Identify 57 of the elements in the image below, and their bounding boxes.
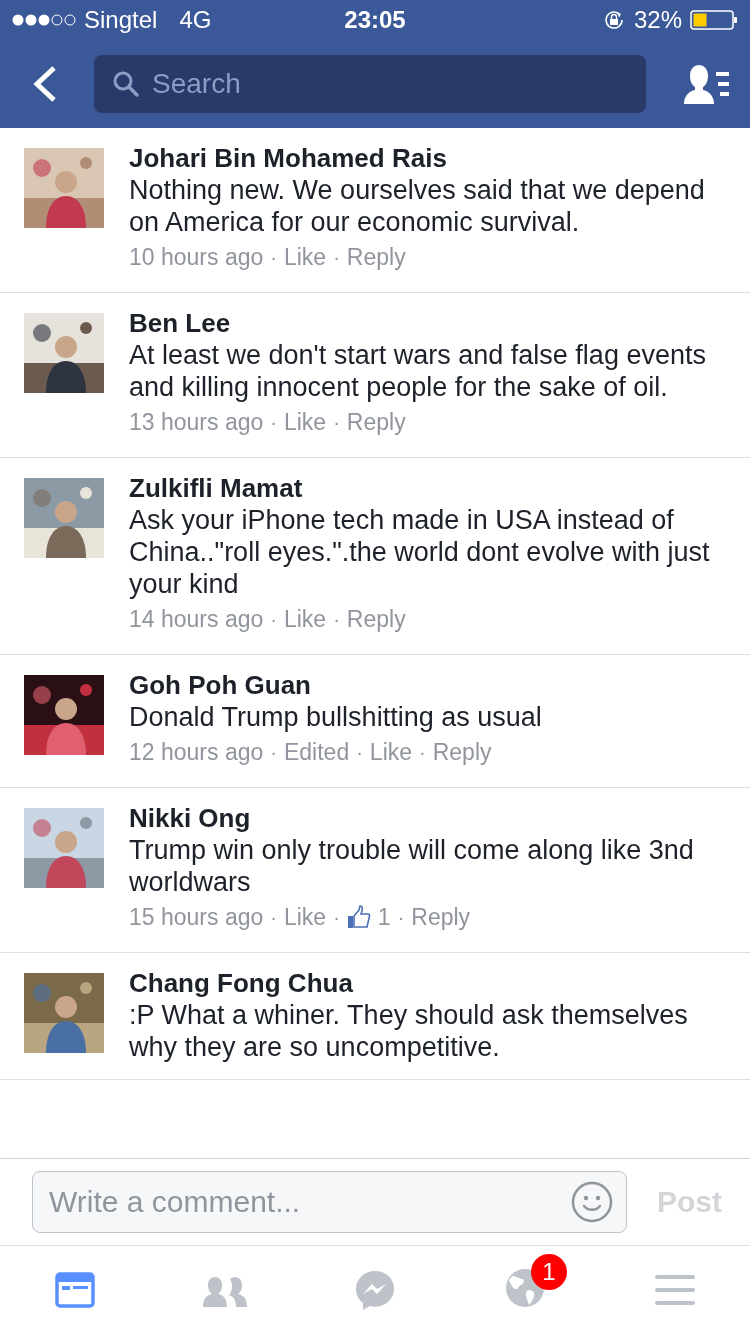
edited-label: Edited <box>283 738 350 767</box>
comment-time: 12 hours ago <box>129 738 264 767</box>
separator-dot: · <box>270 740 277 765</box>
comment-text: Ask your iPhone tech made in USA instead of China.."roll eyes.".the world dont evolve with just your kind <box>129 504 711 600</box>
action-link[interactable]: Like <box>283 403 327 441</box>
separator-dot: · <box>333 410 340 435</box>
carrier-name: Singtel <box>84 6 158 34</box>
separator-dot: · <box>270 410 277 435</box>
search-field[interactable]: Search <box>94 55 646 113</box>
separator-dot: · <box>397 905 405 930</box>
action-link[interactable]: Reply <box>411 898 471 936</box>
action-link[interactable]: Like <box>369 733 413 771</box>
like-count: 1 <box>377 903 391 932</box>
separator-dot: · <box>270 905 277 930</box>
news-feed-tab-icon[interactable] <box>55 1272 95 1308</box>
thumbs-up-icon <box>346 905 371 929</box>
action-link[interactable]: Like <box>283 238 327 276</box>
action-link[interactable]: Reply <box>346 600 406 638</box>
separator-dot: · <box>419 740 426 765</box>
signal-icon <box>12 13 76 27</box>
smiley-icon[interactable] <box>571 1181 613 1223</box>
separator-dot: · <box>356 740 363 765</box>
comment-text: :P What a whiner. They should ask themselves why they are so uncompetitive. <box>129 999 689 1063</box>
menu-icon[interactable] <box>655 1273 695 1307</box>
comment-time: 14 hours ago <box>129 605 264 634</box>
comment-text: Donald Trump bullshitting as usual <box>129 701 542 733</box>
comment-text: Trump win only trouble will come along like 3nd worldwars <box>129 834 695 898</box>
battery-icon <box>690 10 738 30</box>
back-icon[interactable] <box>32 65 58 103</box>
commenter-name[interactable]: Zulkifli Mamat <box>129 472 720 504</box>
comment-time: 15 hours ago <box>129 903 264 932</box>
contact-list-icon[interactable] <box>682 62 730 106</box>
commenter-name[interactable]: Chang Fong Chua <box>129 967 720 999</box>
comment-time: 10 hours ago <box>129 243 264 272</box>
action-link[interactable]: Like <box>283 898 327 936</box>
battery-percent: 32% <box>633 6 682 34</box>
action-link[interactable]: Reply <box>346 403 406 441</box>
clock-time: 23:05 <box>344 6 406 34</box>
action-link[interactable]: Reply <box>346 238 406 276</box>
comment-time: 13 hours ago <box>129 408 264 437</box>
separator-dot: · <box>333 245 340 270</box>
network-type: 4G <box>179 6 212 34</box>
comment-text: At least we don't start wars and false flag events and killing innocent people for the sake of oil. <box>129 339 707 403</box>
separator-dot: · <box>270 607 277 632</box>
commenter-name[interactable]: Johari Bin Mohamed Rais <box>129 142 720 174</box>
separator-dot: · <box>333 905 340 930</box>
separator-dot: · <box>270 245 277 270</box>
action-link[interactable]: Like <box>283 600 327 638</box>
commenter-name[interactable]: Nikki Ong <box>129 802 720 834</box>
commenter-name[interactable]: Goh Poh Guan <box>129 669 542 701</box>
commenter-name[interactable]: Ben Lee <box>129 307 720 339</box>
action-link[interactable]: Reply <box>432 733 492 771</box>
comment-field[interactable]: Write a comment... <box>32 1171 627 1233</box>
messenger-tab-icon[interactable] <box>354 1269 396 1311</box>
comment-text: Nothing new. We ourselves said that we depend on America for our economic survival. <box>129 174 706 238</box>
separator-dot: · <box>333 607 340 632</box>
notification-badge: 1 <box>531 1254 567 1290</box>
